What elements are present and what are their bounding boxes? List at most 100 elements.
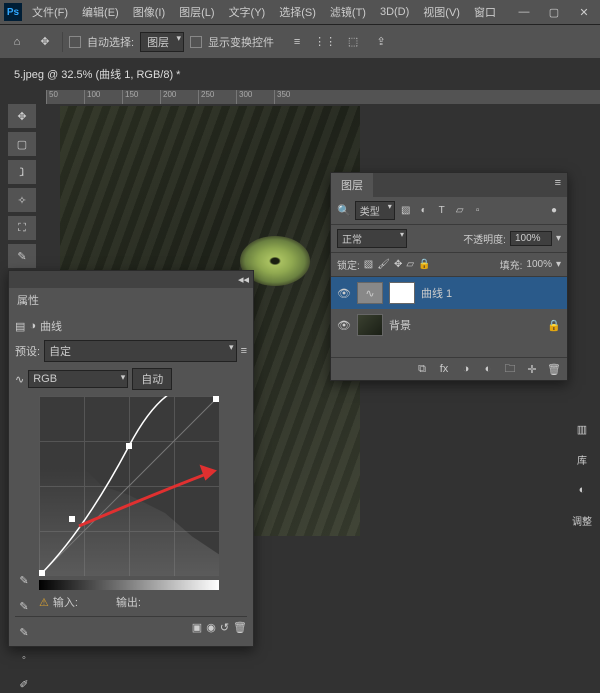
- trash-icon[interactable]: 🗑: [233, 621, 247, 634]
- menu-layer[interactable]: 图层(L): [175, 2, 218, 22]
- adjust-label: 调整: [572, 513, 592, 528]
- layer-name[interactable]: 曲线 1: [421, 285, 452, 301]
- filter-adjust-icon[interactable]: ◐: [417, 204, 431, 218]
- 3d-mode-icon[interactable]: ⬚: [342, 31, 364, 53]
- sample-white-icon[interactable]: ✎: [15, 623, 33, 641]
- lock-pixels-icon[interactable]: ▧: [364, 259, 373, 270]
- preset-dropdown[interactable]: 自定: [44, 340, 237, 362]
- show-transform-checkbox[interactable]: [190, 36, 202, 48]
- menu-view[interactable]: 视图(V): [419, 2, 464, 22]
- filter-shape-icon[interactable]: ▱: [453, 204, 467, 218]
- magic-wand-tool[interactable]: ✧: [8, 188, 36, 212]
- lock-label: 锁定:: [337, 257, 360, 272]
- layer-name[interactable]: 背景: [389, 317, 411, 333]
- chevron-down-icon[interactable]: ▾: [556, 259, 561, 270]
- menu-image[interactable]: 图像(I): [129, 2, 169, 22]
- gradient-ramp: [39, 580, 219, 590]
- lock-icon: 🔒: [547, 319, 561, 332]
- new-group-icon[interactable]: 🗀: [503, 362, 517, 376]
- fill-label: 填充:: [500, 257, 523, 272]
- filter-pixel-icon[interactable]: ▧: [399, 204, 413, 218]
- layer-row[interactable]: 👁 背景 🔒: [331, 309, 567, 341]
- chevron-down-icon[interactable]: ▾: [556, 233, 561, 244]
- filter-toggle-icon[interactable]: ●: [547, 204, 561, 218]
- library-icon[interactable]: ▥: [572, 420, 592, 438]
- move-tool[interactable]: ✥: [8, 104, 36, 128]
- layers-tab[interactable]: 图层: [331, 173, 373, 197]
- channel-dropdown[interactable]: RGB: [28, 370, 128, 388]
- new-adjustment-icon[interactable]: ◐: [481, 362, 495, 376]
- move-tool-icon[interactable]: ✥: [34, 31, 56, 53]
- curves-graph[interactable]: [39, 396, 219, 576]
- lock-artboard-icon[interactable]: ▱: [406, 259, 414, 270]
- layer-list: 👁 ∿ 曲线 1 👁 背景 🔒: [331, 277, 567, 357]
- menu-bar: Ps 文件(F) 编辑(E) 图像(I) 图层(L) 文字(Y) 选择(S) 滤…: [0, 0, 600, 24]
- filter-kind-dropdown[interactable]: 类型: [355, 201, 395, 220]
- document-tab[interactable]: 5.jpeg @ 32.5% (曲线 1, RGB/8) *: [8, 62, 186, 86]
- collapse-icon[interactable]: ◂◂: [238, 273, 249, 286]
- filter-smart-icon[interactable]: ▫: [471, 204, 485, 218]
- opacity-label: 不透明度:: [463, 231, 506, 246]
- menu-file[interactable]: 文件(F): [28, 2, 72, 22]
- image-thumb: [357, 314, 383, 336]
- adjust-icon[interactable]: ◐: [572, 481, 592, 499]
- mask-thumb[interactable]: [389, 282, 415, 304]
- channel-icon[interactable]: ∿: [15, 373, 24, 386]
- menu-edit[interactable]: 编辑(E): [78, 2, 123, 22]
- search-icon[interactable]: 🔍: [337, 204, 351, 217]
- panel-menu-icon[interactable]: ≡: [241, 345, 247, 357]
- minimize-button[interactable]: —: [512, 6, 536, 18]
- lock-position-icon[interactable]: ✥: [394, 259, 402, 270]
- curves-icon: ▤: [15, 320, 25, 333]
- close-button[interactable]: ✕: [572, 6, 596, 19]
- reset-icon[interactable]: ↺: [220, 621, 229, 634]
- edit-points-icon[interactable]: ◦: [15, 649, 33, 667]
- output-label: 输出:: [116, 594, 141, 610]
- opacity-value[interactable]: 100%: [510, 231, 552, 246]
- fill-value[interactable]: 100%: [526, 259, 552, 270]
- menu-3d[interactable]: 3D(D): [376, 4, 413, 20]
- blend-mode-dropdown[interactable]: 正常: [337, 229, 407, 248]
- sample-black-icon[interactable]: ✎: [15, 571, 33, 589]
- sample-gray-icon[interactable]: ✎: [15, 597, 33, 615]
- menu-window[interactable]: 窗口: [470, 2, 500, 22]
- show-transform-label: 显示变换控件: [208, 34, 274, 50]
- adjustment-thumb: ∿: [357, 282, 383, 304]
- new-layer-icon[interactable]: ✛: [525, 362, 539, 376]
- horizontal-ruler: 50100150200250300350: [46, 90, 600, 104]
- auto-select-label: 自动选择:: [87, 34, 134, 50]
- home-icon[interactable]: ⌂: [6, 31, 28, 53]
- layer-row[interactable]: 👁 ∿ 曲线 1: [331, 277, 567, 309]
- crop-tool[interactable]: ⛶: [8, 216, 36, 240]
- visibility-icon[interactable]: 👁: [337, 287, 351, 300]
- add-mask-icon[interactable]: ◑: [459, 362, 473, 376]
- auto-button[interactable]: 自动: [132, 368, 172, 390]
- library-label: 库: [577, 452, 587, 467]
- lock-brush-icon[interactable]: 🖌: [377, 259, 390, 270]
- lasso-tool[interactable]: ⱹ: [8, 160, 36, 184]
- input-label: 输入:: [53, 594, 78, 610]
- menu-type[interactable]: 文字(Y): [225, 2, 270, 22]
- auto-select-checkbox[interactable]: [69, 36, 81, 48]
- clip-icon[interactable]: ▣: [192, 621, 202, 634]
- menu-select[interactable]: 选择(S): [275, 2, 320, 22]
- layer-fx-icon[interactable]: fx: [437, 362, 451, 376]
- link-layers-icon[interactable]: ⧉: [415, 362, 429, 376]
- eyedropper-tool[interactable]: ✎: [8, 244, 36, 268]
- view-previous-icon[interactable]: ◉: [206, 621, 216, 634]
- share-icon[interactable]: ⇪: [370, 31, 392, 53]
- distribute-icon[interactable]: ⋮⋮: [314, 31, 336, 53]
- filter-type-icon[interactable]: T: [435, 204, 449, 218]
- panel-menu-icon[interactable]: ≡: [549, 173, 567, 197]
- visibility-icon[interactable]: 👁: [337, 319, 351, 332]
- lock-all-icon[interactable]: 🔒: [418, 259, 430, 270]
- adjustment-name: 曲线: [40, 318, 62, 334]
- delete-layer-icon[interactable]: 🗑: [547, 362, 561, 376]
- marquee-tool[interactable]: ▢: [8, 132, 36, 156]
- properties-tab[interactable]: 属性: [9, 288, 253, 312]
- draw-curve-icon[interactable]: ✐: [15, 675, 33, 693]
- maximize-button[interactable]: ▢: [542, 6, 566, 19]
- align-icon[interactable]: ≡: [286, 31, 308, 53]
- auto-select-dropdown[interactable]: 图层: [140, 32, 184, 52]
- menu-filter[interactable]: 滤镜(T): [326, 2, 370, 22]
